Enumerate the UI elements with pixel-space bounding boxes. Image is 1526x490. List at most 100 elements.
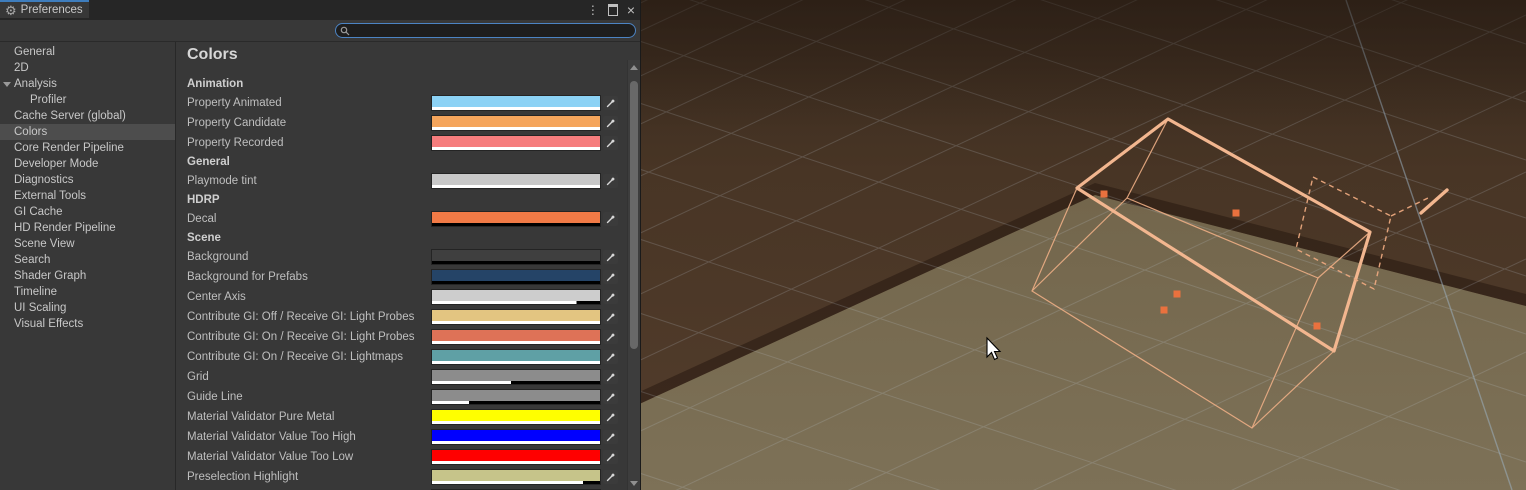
color-swatch[interactable]	[432, 290, 600, 304]
sidebar-item-search[interactable]: Search	[0, 252, 175, 268]
eyedropper-button[interactable]	[603, 174, 618, 188]
eyedropper-button[interactable]	[603, 430, 618, 444]
color-swatch[interactable]	[432, 330, 600, 344]
sidebar-item-2d[interactable]: 2D	[0, 60, 175, 76]
color-row: Property Animated	[187, 93, 618, 113]
eyedropper-icon	[605, 137, 617, 149]
sidebar-item-diagnostics[interactable]: Diagnostics	[0, 172, 175, 188]
eyedropper-button[interactable]	[603, 136, 618, 150]
eyedropper-icon	[605, 411, 617, 423]
color-swatch[interactable]	[432, 250, 600, 264]
eyedropper-icon	[605, 271, 617, 283]
color-row: Playmode tint	[187, 171, 618, 191]
eyedropper-icon	[605, 97, 617, 109]
eyedropper-button[interactable]	[603, 370, 618, 384]
scrollbar[interactable]	[627, 60, 640, 490]
search-box[interactable]	[335, 23, 636, 38]
eyedropper-button[interactable]	[603, 250, 618, 264]
eyedropper-icon	[605, 251, 617, 263]
color-label: Property Recorded	[187, 137, 432, 149]
color-swatch[interactable]	[432, 350, 600, 364]
eyedropper-button[interactable]	[603, 350, 618, 364]
color-swatch[interactable]	[432, 310, 600, 324]
color-row: Contribute GI: On / Receive GI: Lightmap…	[187, 347, 618, 367]
sidebar-item-visual-effects[interactable]: Visual Effects	[0, 316, 175, 332]
sidebar-item-gi-cache[interactable]: GI Cache	[0, 204, 175, 220]
titlebar: ⚙ Preferences ⋮ ×	[0, 0, 640, 20]
eyedropper-button[interactable]	[603, 330, 618, 344]
sidebar-item-profiler[interactable]: Profiler	[0, 92, 175, 108]
color-row: Contribute GI: On / Receive GI: Light Pr…	[187, 327, 618, 347]
page-title: Colors	[187, 45, 640, 64]
sidebar-item-external-tools[interactable]: External Tools	[0, 188, 175, 204]
color-row: Material Validator Pure Metal	[187, 407, 618, 427]
color-swatch[interactable]	[432, 470, 600, 484]
color-swatch[interactable]	[432, 450, 600, 464]
section-header: HDRP	[187, 191, 618, 209]
sidebar-item-shader-graph[interactable]: Shader Graph	[0, 268, 175, 284]
color-swatch[interactable]	[432, 96, 600, 110]
eyedropper-icon	[605, 331, 617, 343]
sidebar-item-analysis[interactable]: Analysis	[0, 76, 175, 92]
color-label: Contribute GI: On / Receive GI: Lightmap…	[187, 351, 432, 363]
sidebar-item-timeline[interactable]: Timeline	[0, 284, 175, 300]
scrollbar-thumb[interactable]	[630, 81, 638, 349]
eyedropper-button[interactable]	[603, 290, 618, 304]
color-label: Guide Line	[187, 391, 432, 403]
eyedropper-button[interactable]	[603, 450, 618, 464]
eyedropper-button[interactable]	[603, 410, 618, 424]
eyedropper-button[interactable]	[603, 470, 618, 484]
sidebar-item-ui-scaling[interactable]: UI Scaling	[0, 300, 175, 316]
sidebar-item-general[interactable]: General	[0, 44, 175, 60]
scroll-down-icon[interactable]	[630, 481, 638, 486]
color-row: Center Axis	[187, 287, 618, 307]
sidebar-item-cache-server-global-[interactable]: Cache Server (global)	[0, 108, 175, 124]
close-icon[interactable]: ×	[627, 3, 635, 17]
color-label: Decal	[187, 213, 432, 225]
color-swatch[interactable]	[432, 370, 600, 384]
color-swatch[interactable]	[432, 212, 600, 226]
search-icon	[340, 26, 350, 36]
eyedropper-button[interactable]	[603, 310, 618, 324]
color-swatch[interactable]	[432, 174, 600, 188]
color-swatch[interactable]	[432, 390, 600, 404]
sidebar-item-core-render-pipeline[interactable]: Core Render Pipeline	[0, 140, 175, 156]
eyedropper-icon	[605, 175, 617, 187]
tab-preferences[interactable]: ⚙ Preferences	[0, 0, 89, 18]
eyedropper-icon	[605, 117, 617, 129]
color-swatch[interactable]	[432, 136, 600, 150]
window-menu-icon[interactable]: ⋮	[587, 4, 599, 16]
eyedropper-icon	[605, 471, 617, 483]
scroll-up-icon[interactable]	[630, 65, 638, 70]
color-row: Decal	[187, 209, 618, 229]
color-label: Property Animated	[187, 97, 432, 109]
sidebar-item-developer-mode[interactable]: Developer Mode	[0, 156, 175, 172]
eyedropper-button[interactable]	[603, 270, 618, 284]
color-row: Grid	[187, 367, 618, 387]
maximize-icon[interactable]	[608, 4, 618, 16]
preferences-window: ⚙ Preferences ⋮ × General 2D Analysis Pr…	[0, 0, 641, 490]
color-row: Background	[187, 247, 618, 267]
chevron-down-icon[interactable]	[3, 82, 11, 87]
eyedropper-button[interactable]	[603, 96, 618, 110]
color-label: Material Validator Value Too Low	[187, 451, 432, 463]
color-row: Background for Prefabs	[187, 267, 618, 287]
sidebar-item-scene-view[interactable]: Scene View	[0, 236, 175, 252]
section-header: Animation	[187, 75, 618, 93]
color-row: Property Candidate	[187, 113, 618, 133]
eyedropper-button[interactable]	[603, 212, 618, 226]
color-label: Contribute GI: On / Receive GI: Light Pr…	[187, 331, 432, 343]
eyedropper-button[interactable]	[603, 390, 618, 404]
search-input[interactable]	[353, 25, 631, 37]
color-swatch[interactable]	[432, 270, 600, 284]
sidebar-item-hd-render-pipeline[interactable]: HD Render Pipeline	[0, 220, 175, 236]
sidebar-item-colors[interactable]: Colors	[0, 124, 175, 140]
color-swatch[interactable]	[432, 430, 600, 444]
eyedropper-icon	[605, 213, 617, 225]
color-swatch[interactable]	[432, 410, 600, 424]
color-label: Property Candidate	[187, 117, 432, 129]
horizon-fade	[600, 0, 1526, 130]
eyedropper-button[interactable]	[603, 116, 618, 130]
color-swatch[interactable]	[432, 116, 600, 130]
gear-icon: ⚙	[5, 4, 17, 17]
